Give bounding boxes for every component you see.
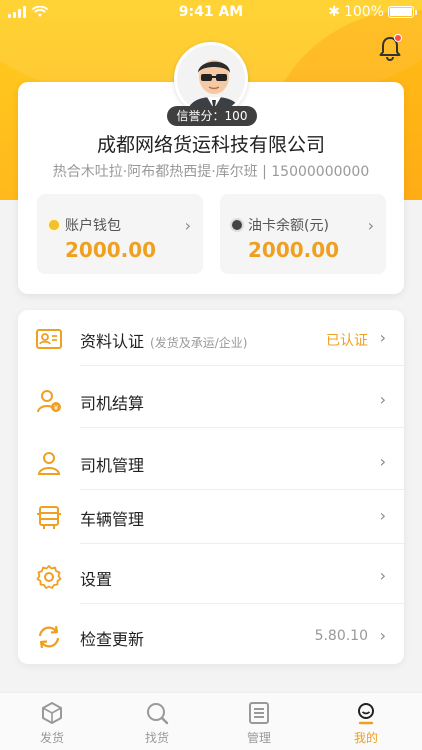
tab-ship[interactable]: 发货 — [22, 701, 82, 746]
list-icon — [249, 702, 269, 724]
wallet-label: 账户钱包 — [65, 218, 121, 234]
menu-item-driver-settlement[interactable]: ¥ 司机结算 › — [18, 372, 404, 428]
status-bar: 9:41 AM ✱ 100% — [0, 0, 422, 26]
credit-score-badge: 信誉分：100 — [167, 106, 257, 126]
tab-label: 我的 — [353, 731, 378, 745]
wallet-dot-icon — [49, 220, 59, 230]
id-card-icon — [36, 329, 62, 349]
tab-label: 发货 — [39, 731, 64, 745]
menu-item-driver-management[interactable]: 司机管理 › — [18, 434, 404, 490]
version-number: 5.80.10 — [314, 628, 368, 644]
menu-label: 车辆管理 — [80, 510, 145, 529]
battery-icon — [388, 6, 417, 18]
chevron-right-icon: › — [379, 452, 386, 471]
wallet-amount: 2000.00 — [65, 238, 157, 262]
refresh-icon — [38, 625, 60, 649]
status-right: ✱ 100% — [328, 4, 417, 20]
profile-icon — [358, 703, 374, 725]
tab-manage[interactable]: 管理 — [229, 701, 289, 746]
notification-dot — [394, 34, 402, 42]
divider — [80, 603, 404, 604]
chevron-right-icon: › — [379, 506, 386, 525]
chevron-right-icon: › — [379, 328, 386, 347]
chevron-right-icon: › — [379, 566, 386, 585]
search-icon — [147, 703, 169, 725]
truck-icon — [37, 506, 61, 529]
menu-label: 检查更新 — [80, 630, 145, 649]
tab-label: 管理 — [246, 731, 271, 745]
driver-manage-icon — [37, 452, 61, 475]
menu-label: 司机结算 — [80, 394, 145, 413]
bluetooth-icon: ✱ — [328, 4, 340, 20]
avatar[interactable] — [174, 42, 248, 116]
menu-card: 资料认证 (发货及承运/企业) 已认证 › ¥ 司机结算 › 司机管理 › 车辆… — [18, 310, 404, 664]
chevron-right-icon: › — [379, 626, 386, 645]
menu-label: 司机管理 — [80, 456, 145, 475]
divider — [80, 427, 404, 428]
menu-item-settings[interactable]: 设置 › — [18, 548, 404, 604]
account-wallet-card[interactable]: 账户钱包 2000.00 › — [37, 194, 203, 274]
notification-button[interactable] — [376, 34, 404, 62]
fuel-card-balance-card[interactable]: 油卡余额(元) 2000.00 › — [220, 194, 386, 274]
bottom-tab-bar: 发货 找货 管理 我的 — [0, 692, 422, 750]
menu-item-certification[interactable]: 资料认证 (发货及承运/企业) 已认证 › — [18, 310, 404, 366]
tab-mine[interactable]: 我的 — [336, 701, 396, 746]
battery-percent: 100% — [343, 4, 384, 20]
menu-item-vehicle-management[interactable]: 车辆管理 › — [18, 488, 404, 544]
driver-settlement-icon: ¥ — [37, 390, 61, 413]
tab-label: 找货 — [144, 731, 169, 745]
box-icon — [42, 702, 62, 724]
gear-icon — [36, 565, 62, 589]
menu-label: 资料认证 (发货及承运/企业) — [80, 332, 248, 351]
fuel-dot-icon — [232, 220, 242, 230]
divider — [80, 365, 404, 366]
company-subtitle: 热合木吐拉·阿布都热西提·库尔班 | 15000000000 — [52, 164, 370, 180]
company-name: 成都网络货运科技有限公司 — [96, 134, 325, 156]
chevron-right-icon: › — [367, 216, 374, 235]
menu-item-check-update[interactable]: 检查更新 5.80.10 › — [18, 608, 404, 664]
divider — [80, 543, 404, 544]
chevron-right-icon: › — [379, 390, 386, 409]
fuel-amount: 2000.00 — [248, 238, 340, 262]
certified-status: 已认证 — [326, 333, 368, 349]
chevron-right-icon: › — [184, 216, 191, 235]
fuel-label: 油卡余额(元) — [248, 218, 329, 234]
svg-text:¥: ¥ — [54, 404, 59, 412]
tab-find-goods[interactable]: 找货 — [127, 701, 187, 746]
menu-label: 设置 — [80, 570, 113, 589]
